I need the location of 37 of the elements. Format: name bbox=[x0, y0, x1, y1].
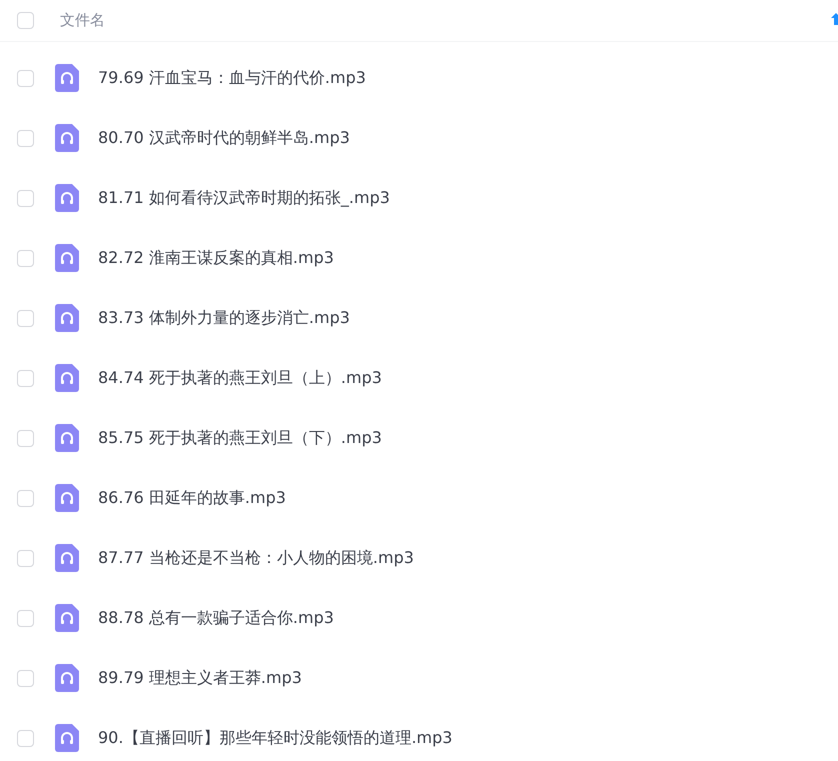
audio-file-icon bbox=[55, 664, 79, 692]
file-name[interactable]: 88.78 总有一款骗子适合你.mp3 bbox=[98, 608, 334, 628]
audio-file-icon bbox=[55, 64, 79, 92]
file-name[interactable]: 81.71 如何看待汉武帝时期的拓张_.mp3 bbox=[98, 188, 390, 208]
audio-file-icon bbox=[55, 724, 79, 752]
audio-file-icon bbox=[55, 604, 79, 632]
file-name[interactable]: 87.77 当枪还是不当枪：小人物的困境.mp3 bbox=[98, 548, 414, 568]
file-name[interactable]: 89.79 理想主义者王莽.mp3 bbox=[98, 668, 302, 688]
row-checkbox[interactable] bbox=[17, 730, 34, 746]
row-checkbox[interactable] bbox=[17, 250, 34, 266]
row-checkbox[interactable] bbox=[17, 610, 34, 626]
audio-file-icon bbox=[55, 544, 79, 572]
file-name[interactable]: 83.73 体制外力量的逐步消亡.mp3 bbox=[98, 308, 350, 328]
file-name[interactable]: 90.【直播回听】那些年轻时没能领悟的道理.mp3 bbox=[98, 728, 452, 748]
audio-file-icon bbox=[55, 184, 79, 212]
audio-file-icon bbox=[55, 424, 79, 452]
audio-file-icon bbox=[55, 364, 79, 392]
audio-file-icon bbox=[55, 304, 79, 332]
file-name[interactable]: 86.76 田延年的故事.mp3 bbox=[98, 488, 286, 508]
audio-file-icon bbox=[55, 124, 79, 152]
row-checkbox[interactable] bbox=[17, 670, 34, 686]
file-name[interactable]: 79.69 汗血宝马：血与汗的代价.mp3 bbox=[98, 68, 366, 88]
audio-file-icon bbox=[55, 484, 79, 512]
row-checkbox[interactable] bbox=[17, 190, 34, 206]
row-checkbox[interactable] bbox=[17, 70, 34, 86]
select-all-checkbox[interactable] bbox=[17, 12, 34, 29]
row-checkbox[interactable] bbox=[17, 490, 34, 506]
row-checkbox[interactable] bbox=[17, 130, 34, 146]
file-name[interactable]: 82.72 淮南王谋反案的真相.mp3 bbox=[98, 248, 334, 268]
file-name[interactable]: 80.70 汉武帝时代的朝鲜半岛.mp3 bbox=[98, 128, 350, 148]
file-name[interactable]: 84.74 死于执著的燕王刘旦（上）.mp3 bbox=[98, 368, 382, 388]
row-checkbox[interactable] bbox=[17, 370, 34, 386]
audio-file-icon bbox=[55, 244, 79, 272]
row-checkbox[interactable] bbox=[17, 430, 34, 446]
row-checkbox[interactable] bbox=[17, 310, 34, 326]
row-checkbox[interactable] bbox=[17, 550, 34, 566]
file-name[interactable]: 85.75 死于执著的燕王刘旦（下）.mp3 bbox=[98, 428, 382, 448]
